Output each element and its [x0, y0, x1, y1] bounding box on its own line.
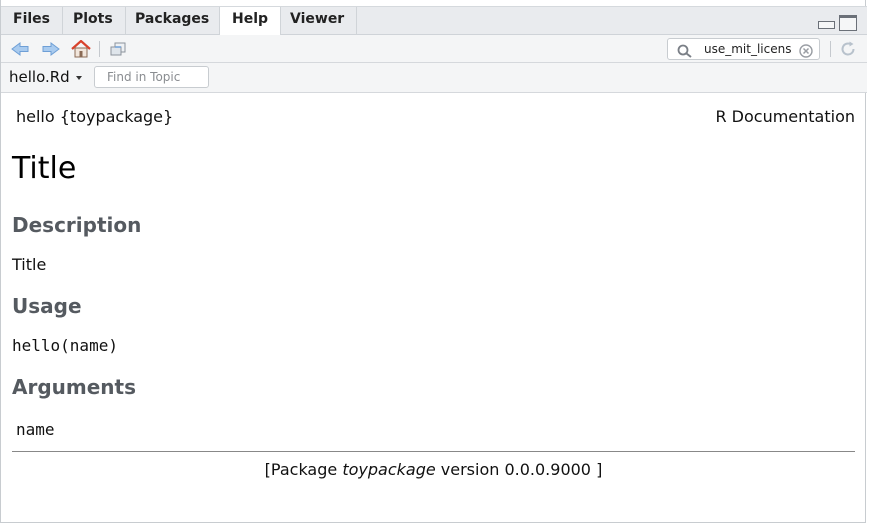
arguments-heading: Arguments: [12, 375, 137, 399]
doc-header-source: R Documentation: [715, 107, 855, 126]
clear-icon[interactable]: [799, 43, 813, 62]
find-in-topic-input[interactable]: [94, 66, 209, 88]
description-text: Title: [12, 255, 47, 274]
tab-help[interactable]: Help: [219, 7, 282, 37]
tab-viewer[interactable]: Viewer: [278, 7, 358, 36]
help-pane: Files Plots Packages Help Viewer use_mit…: [0, 0, 867, 523]
maximize-button[interactable]: [839, 15, 857, 31]
usage-code: hello(name): [12, 336, 118, 355]
help-search-box[interactable]: use_mit_licens: [667, 38, 820, 60]
help-search-value[interactable]: use_mit_licens: [704, 42, 800, 56]
description-heading: Description: [12, 213, 142, 237]
minimize-button[interactable]: [818, 21, 835, 29]
refresh-icon[interactable]: [839, 40, 857, 62]
help-document: hello {toypackage} R Documentation Title…: [12, 93, 855, 523]
topic-file-dropdown[interactable]: hello.Rd: [9, 68, 82, 86]
print-icon[interactable]: [109, 40, 129, 58]
tab-packages[interactable]: Packages: [123, 7, 223, 36]
back-arrow-icon[interactable]: [10, 40, 30, 58]
footer-prefix: [Package: [264, 460, 343, 479]
caret-down-icon: [75, 76, 82, 80]
footer-package-link[interactable]: toypackage: [342, 460, 435, 479]
package-footer: [Package toypackage version 0.0.0.9000 ]: [12, 460, 855, 479]
page-title: Title: [12, 151, 77, 186]
doc-header-topic: hello {toypackage}: [16, 107, 174, 126]
tab-files[interactable]: Files: [1, 7, 63, 36]
tab-plots[interactable]: Plots: [61, 7, 126, 36]
tab-bar: Files Plots Packages Help Viewer: [1, 6, 867, 37]
home-icon[interactable]: [71, 40, 91, 58]
forward-arrow-icon[interactable]: [41, 40, 61, 58]
search-icon: [677, 43, 693, 62]
window-controls: [818, 15, 857, 31]
help-toolbar: use_mit_licens: [1, 35, 867, 63]
argument-name: name: [16, 420, 55, 439]
topic-file-label: hello.Rd: [9, 68, 70, 86]
footer-version: version 0.0.0.9000 ]: [435, 460, 603, 479]
topic-bar: hello.Rd: [1, 63, 867, 93]
footer-divider: [12, 451, 855, 452]
usage-heading: Usage: [12, 294, 82, 318]
